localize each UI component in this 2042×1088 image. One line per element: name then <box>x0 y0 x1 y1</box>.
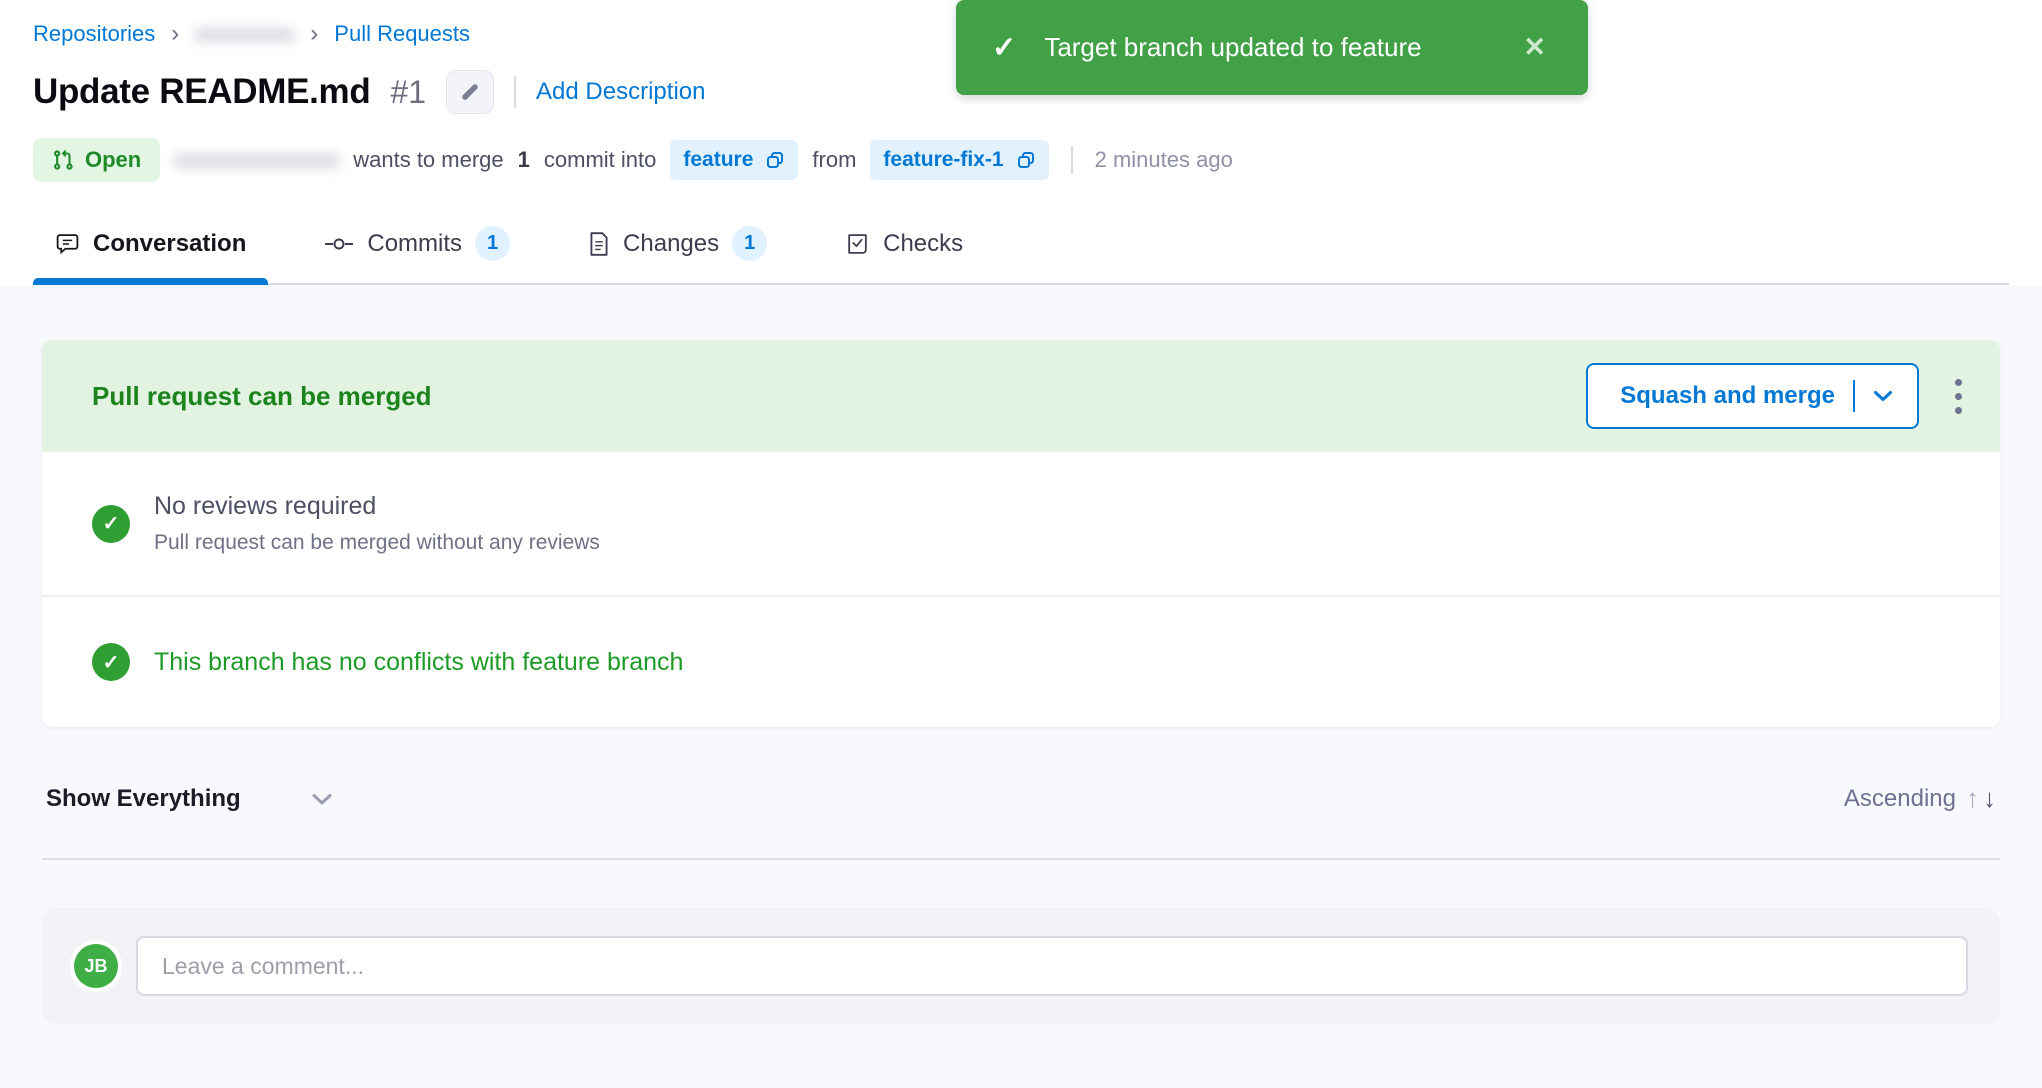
button-divider <box>1853 380 1855 412</box>
title-divider <box>514 76 516 108</box>
breadcrumb-pull-requests[interactable]: Pull Requests <box>334 21 470 47</box>
conversation-icon <box>55 231 80 256</box>
toast-close-icon[interactable]: ✕ <box>1517 28 1552 67</box>
comment-composer: JB <box>42 908 2000 1024</box>
from-text: from <box>812 147 856 173</box>
merge-actions: Squash and merge <box>1586 363 1974 429</box>
source-branch-chip[interactable]: feature-fix-1 <box>870 140 1048 180</box>
pr-meta-row: Open xxxxxxxxxxxxxxx wants to merge 1 co… <box>33 138 2009 182</box>
timeline-toolbar: Show Everything Ascending ↑ ↓ <box>42 783 2000 860</box>
source-branch-name: feature-fix-1 <box>883 148 1003 172</box>
pr-tabs: Conversation Commits 1 Changes 1 Checks <box>33 210 2009 285</box>
squash-button-label: Squash and merge <box>1620 382 1835 410</box>
check-title: No reviews required <box>154 492 600 521</box>
sort-down-arrow-icon: ↓ <box>1983 783 1996 814</box>
author-name-redacted: xxxxxxxxxxxxxxx <box>174 147 339 173</box>
changes-count-badge: 1 <box>732 226 767 261</box>
tab-checks[interactable]: Checks <box>823 210 985 283</box>
sort-order-label: Ascending <box>1844 785 1956 813</box>
target-branch-name: feature <box>683 148 753 172</box>
tab-label: Commits <box>367 230 462 258</box>
conversation-panel: Pull request can be merged Squash and me… <box>0 285 2042 1088</box>
add-description-link[interactable]: Add Description <box>536 78 705 106</box>
merge-text: wants to merge <box>353 147 503 173</box>
meta-divider <box>1071 146 1073 174</box>
merge-status-card: Pull request can be merged Squash and me… <box>42 340 2000 727</box>
chevron-down-icon[interactable] <box>1873 389 1893 403</box>
target-branch-chip[interactable]: feature <box>670 140 798 180</box>
tab-label: Conversation <box>93 230 246 258</box>
no-conflicts-text: This branch has no conflicts with featur… <box>154 648 683 677</box>
toast-notification: ✓ Target branch updated to feature ✕ <box>956 0 1588 95</box>
check-row-reviews: ✓ No reviews required Pull request can b… <box>42 452 2000 597</box>
merge-card-title: Pull request can be merged <box>92 381 432 412</box>
tab-conversation[interactable]: Conversation <box>33 210 268 283</box>
tab-label: Changes <box>623 230 719 258</box>
check-circle-icon: ✓ <box>92 643 130 681</box>
breadcrumb-repositories[interactable]: Repositories <box>33 21 155 47</box>
breadcrumb-separator: › <box>310 20 318 48</box>
chevron-down-icon <box>311 792 333 806</box>
commits-count-badge: 1 <box>475 226 510 261</box>
tab-changes[interactable]: Changes 1 <box>566 210 789 283</box>
status-badge-label: Open <box>85 147 141 173</box>
sort-up-arrow-icon: ↑ <box>1966 783 1979 814</box>
comment-input[interactable] <box>136 936 1968 996</box>
commit-count: 1 <box>518 147 530 173</box>
pr-timestamp: 2 minutes ago <box>1095 147 1233 173</box>
show-filter-label: Show Everything <box>46 785 241 813</box>
check-row-conflicts: ✓ This branch has no conflicts with feat… <box>42 597 2000 727</box>
check-subtitle: Pull request can be merged without any r… <box>154 531 600 555</box>
file-icon <box>588 231 610 257</box>
breadcrumb-separator: › <box>171 20 179 48</box>
tab-commits[interactable]: Commits 1 <box>302 210 532 283</box>
commit-icon <box>324 234 354 254</box>
squash-and-merge-button[interactable]: Squash and merge <box>1586 363 1919 429</box>
merge-card-header: Pull request can be merged Squash and me… <box>42 340 2000 452</box>
tab-label: Checks <box>883 230 963 258</box>
pull-request-icon <box>52 149 74 171</box>
check-body: No reviews required Pull request can be … <box>154 492 600 555</box>
user-avatar: JB <box>74 944 118 988</box>
edit-title-button[interactable] <box>446 70 494 114</box>
toast-message: Target branch updated to feature <box>1044 32 1517 63</box>
checklist-icon <box>845 231 870 256</box>
show-filter-dropdown[interactable]: Show Everything <box>46 785 333 813</box>
more-options-button[interactable] <box>1943 369 1974 424</box>
sort-order-button[interactable]: Ascending ↑ ↓ <box>1844 783 1996 814</box>
copy-icon[interactable] <box>765 150 785 170</box>
commit-into-text: commit into <box>544 147 656 173</box>
pencil-icon <box>459 81 481 103</box>
breadcrumb-repo-name-redacted[interactable]: xxxxxxxxx <box>195 21 294 47</box>
copy-icon[interactable] <box>1016 150 1036 170</box>
toast-success-icon: ✓ <box>992 30 1016 65</box>
status-badge: Open <box>33 138 160 182</box>
check-circle-icon: ✓ <box>92 505 130 543</box>
pr-number: #1 <box>390 74 426 111</box>
page-title: Update README.md <box>33 72 370 112</box>
